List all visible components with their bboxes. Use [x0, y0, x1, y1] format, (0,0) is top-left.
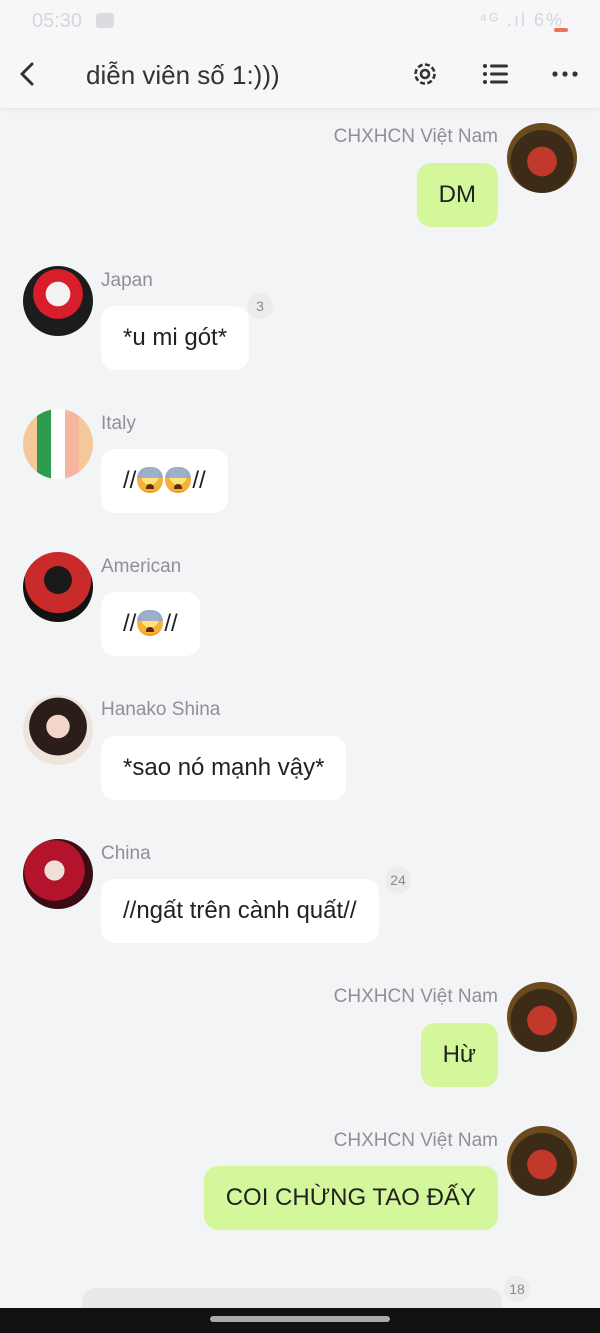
fearful-face-emoji-icon: [137, 467, 164, 493]
reaction-badge[interactable]: 3: [247, 293, 273, 319]
message-text: //: [164, 610, 178, 637]
message-bubble[interactable]: *u mi gót*: [101, 306, 250, 370]
sender-name: CHXHCN Việt Nam: [333, 986, 498, 1007]
avatar[interactable]: [507, 982, 577, 1052]
fearful-face-emoji-icon: [137, 610, 164, 636]
sender-name: Italy: [101, 413, 136, 434]
avatar[interactable]: [23, 695, 93, 765]
message-bubble[interactable]: // //: [101, 592, 200, 656]
message-bubble[interactable]: Hừ: [420, 1023, 498, 1087]
message-text: //: [192, 467, 206, 494]
more-dots-icon: [552, 71, 578, 77]
fearful-face-emoji-icon: [165, 467, 192, 493]
status-bar: 05:30 ⁴ᴳ .ıl 6%: [0, 0, 600, 44]
more-options-button[interactable]: [549, 58, 581, 90]
reaction-badge[interactable]: 18: [504, 1276, 530, 1302]
status-indicators: ⁴ᴳ .ıl 6%: [479, 10, 564, 30]
sender-name: CHXHCN Việt Nam: [333, 126, 498, 147]
message-text: //: [123, 467, 137, 494]
chat-title: diễn viên số 1:))): [86, 60, 280, 90]
avatar[interactable]: [23, 409, 93, 479]
chat-messages[interactable]: CHXHCN Việt Nam DM Japan *u mi gót* 3 It…: [0, 108, 600, 1328]
gallery-icon: [96, 13, 114, 28]
chevron-left-icon: [20, 62, 34, 86]
list-icon: [483, 64, 508, 84]
avatar[interactable]: [23, 266, 93, 336]
settings-button[interactable]: [409, 58, 441, 90]
avatar[interactable]: [507, 123, 577, 193]
gear-icon: [414, 63, 436, 85]
avatar[interactable]: [23, 839, 93, 909]
message-bubble[interactable]: // //: [101, 449, 228, 513]
member-list-button[interactable]: [479, 58, 511, 90]
home-indicator[interactable]: [210, 1316, 390, 1322]
sender-name: Japan: [101, 270, 153, 291]
chat-header: diễn viên số 1:))): [0, 44, 600, 108]
message-bubble[interactable]: *sao nó mạnh vậy*: [101, 736, 347, 800]
reaction-badge[interactable]: 24: [385, 867, 411, 893]
status-time: 05:30: [32, 10, 83, 32]
back-button[interactable]: [12, 58, 44, 90]
sender-name: CHXHCN Việt Nam: [333, 1130, 498, 1151]
avatar[interactable]: [23, 552, 93, 622]
message-bubble[interactable]: DM: [416, 163, 498, 227]
message-text: //: [123, 610, 137, 637]
sender-name: China: [101, 843, 151, 864]
battery-icon: [554, 28, 568, 32]
message-bubble[interactable]: //ngất trên cành quất//: [101, 879, 379, 943]
sender-name: Hanako Shina: [101, 699, 221, 720]
sender-name: American: [101, 556, 182, 577]
avatar[interactable]: [507, 1126, 577, 1196]
message-bubble[interactable]: COI CHỪNG TAO ĐẤY: [203, 1166, 498, 1230]
